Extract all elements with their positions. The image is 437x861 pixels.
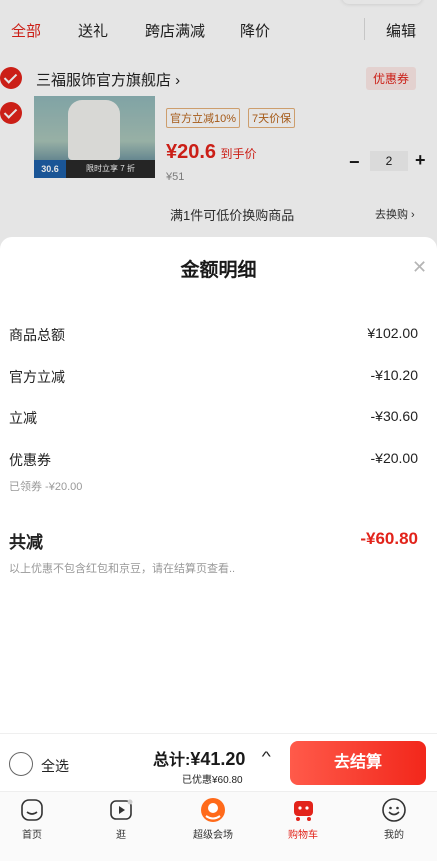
total-discount-label: 共减 bbox=[9, 533, 43, 552]
row-value-subtotal: ¥102.00 bbox=[367, 325, 418, 341]
saved-amount: 已优惠¥60.80 bbox=[182, 775, 243, 786]
super-venue-icon bbox=[201, 798, 225, 822]
nav-label-cart: 购物车 bbox=[288, 830, 318, 841]
cart-tabs: 全部 送礼 跨店满减 降价 编辑 bbox=[0, 0, 437, 56]
product-tag-discount: 官方立减10% bbox=[166, 108, 241, 128]
shirt-graphic bbox=[68, 100, 120, 160]
nav-label-super-venue: 超级会场 bbox=[193, 830, 233, 841]
total-discount-value: -¥60.80 bbox=[360, 529, 418, 548]
edit-button[interactable]: 编辑 bbox=[386, 20, 416, 41]
coupon-note: 已领券 -¥20.00 bbox=[9, 481, 83, 493]
tab-divider bbox=[364, 18, 365, 40]
discount-disclaimer: 以上优惠不包含红包和京豆，请在结算页查看.. bbox=[9, 563, 236, 575]
nav-item-profile[interactable]: 我的 bbox=[364, 797, 424, 841]
price-suffix: 到手价 bbox=[220, 147, 257, 161]
image-price-badge: 30.6 bbox=[34, 160, 66, 178]
nav-label-browse: 逛 bbox=[116, 830, 126, 841]
tab-gift[interactable]: 送礼 bbox=[78, 20, 108, 41]
nav-item-cart[interactable]: 购物车 bbox=[273, 797, 333, 841]
video-icon bbox=[110, 799, 133, 820]
product-image[interactable]: 30.6 限时立享 7 折 bbox=[34, 96, 155, 178]
tab-price-drop[interactable]: 降价 bbox=[240, 20, 270, 41]
select-all-radio[interactable] bbox=[9, 752, 33, 776]
product-tag-price-protect: 7天价保 bbox=[248, 108, 296, 128]
exchange-link[interactable]: 去换购 › bbox=[375, 206, 415, 222]
quantity-decrease-button[interactable]: − bbox=[349, 152, 360, 173]
bottom-nav: 首页 逛 超级会场 购物车 我的 bbox=[0, 791, 437, 861]
home-icon bbox=[21, 799, 43, 821]
tab-cross-store[interactable]: 跨店满减 bbox=[145, 20, 205, 41]
nav-item-browse[interactable]: 逛 bbox=[91, 797, 151, 841]
row-label-official-discount: 官方立减 bbox=[9, 369, 65, 385]
shop-name[interactable]: 三福服饰官方旗舰店 › bbox=[36, 69, 180, 90]
exchange-text: 满1件可低价换购商品 bbox=[170, 208, 295, 223]
nav-item-super-venue[interactable]: 超级会场 bbox=[183, 797, 243, 841]
image-promo-badge: 限时立享 7 折 bbox=[66, 160, 155, 178]
row-value-coupon: -¥20.00 bbox=[370, 450, 418, 466]
product-price: ¥20.6 到手价 bbox=[166, 141, 257, 164]
nav-item-home[interactable]: 首页 bbox=[2, 797, 62, 841]
chevron-up-icon[interactable]: ^ bbox=[262, 748, 271, 764]
checkout-button[interactable]: 去结算 bbox=[290, 741, 426, 785]
quantity-increase-button[interactable]: + bbox=[415, 150, 426, 171]
row-label-subtotal: 商品总额 bbox=[9, 327, 65, 343]
tab-all[interactable]: 全部 bbox=[11, 20, 41, 41]
select-all-label[interactable]: 全选 bbox=[41, 756, 69, 776]
cart-icon bbox=[294, 801, 313, 821]
total-amount: ¥41.20 bbox=[190, 749, 246, 769]
price-value: ¥20.6 bbox=[166, 141, 217, 163]
nav-label-profile: 我的 bbox=[384, 830, 404, 841]
nav-label-home: 首页 bbox=[22, 830, 42, 841]
shop-checkbox[interactable] bbox=[0, 67, 22, 89]
cart-background: 全部 送礼 跨店满减 降价 编辑 三福服饰官方旗舰店 › 优惠券 30.6 限时… bbox=[0, 0, 437, 250]
original-price: ¥51 bbox=[166, 171, 185, 183]
shop-coupon-button[interactable]: 优惠券 bbox=[366, 67, 417, 90]
product-checkbox[interactable] bbox=[0, 102, 22, 124]
row-label-instant-discount: 立减 bbox=[9, 410, 37, 426]
close-icon[interactable]: ✕ bbox=[412, 257, 427, 278]
row-label-coupon: 优惠券 bbox=[9, 452, 51, 468]
row-value-official-discount: -¥10.20 bbox=[370, 367, 418, 383]
profile-icon bbox=[382, 798, 406, 822]
quantity-input[interactable]: 2 bbox=[370, 151, 408, 171]
total-summary[interactable]: 总计:¥41.20 bbox=[153, 746, 245, 770]
total-prefix: 总计: bbox=[153, 752, 191, 769]
checkout-bar: 全选 总计:¥41.20 已优惠¥60.80 ^ 去结算 bbox=[0, 733, 437, 791]
sheet-title: 金额明细 bbox=[180, 260, 257, 281]
row-value-instant-discount: -¥30.60 bbox=[370, 408, 418, 424]
